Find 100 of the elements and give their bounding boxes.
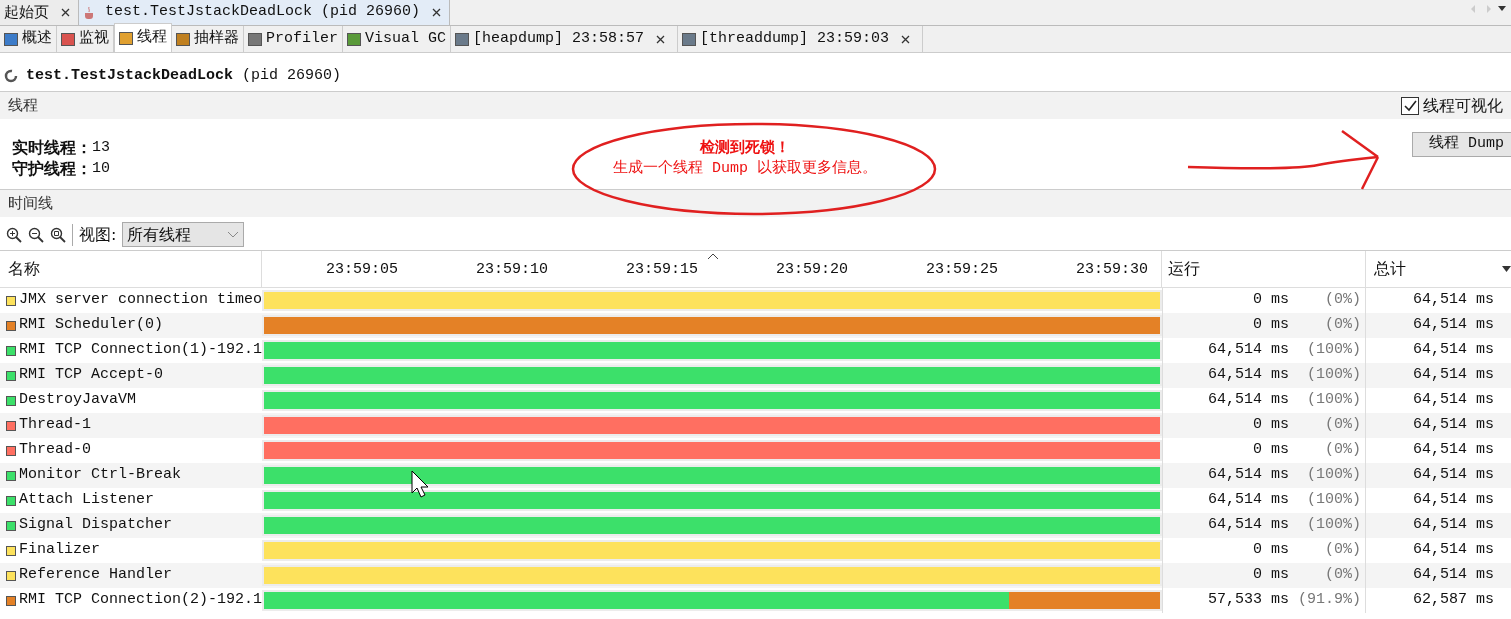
running-time: 0 ms xyxy=(1253,540,1289,561)
section-title: 线程 xyxy=(8,95,38,117)
stat-value: 13 xyxy=(92,138,110,158)
checkbox-label: 线程可视化 xyxy=(1423,94,1503,117)
thread-name: Thread-0 xyxy=(19,440,91,461)
column-header[interactable]: 运行 xyxy=(1162,251,1366,287)
thread-name: RMI TCP Accept-0 xyxy=(19,365,164,386)
section-title: 时间线 xyxy=(8,193,53,215)
tab-icon xyxy=(347,32,361,46)
running-percent: (0%) xyxy=(1324,565,1361,586)
running-time: 64,514 ms xyxy=(1208,390,1289,411)
timeline-tick-label: 23:59:25 xyxy=(925,259,999,280)
running-percent: (100%) xyxy=(1306,515,1361,536)
thread-name: Thread-1 xyxy=(19,415,91,436)
thread-name: Monitor Ctrl-Break xyxy=(19,465,182,486)
tab-icon xyxy=(248,32,262,46)
checkbox[interactable] xyxy=(1401,96,1419,115)
view-tab[interactable]: [threaddump] 23:59:03 xyxy=(678,26,924,52)
zoom-fit-icon[interactable] xyxy=(50,226,66,243)
sort-caret-icon[interactable] xyxy=(707,253,719,260)
tab-label: test.TestJstackDeadLock (pid 26960) xyxy=(105,2,421,23)
app-title: test.TestJstackDeadLock (pid 26960) xyxy=(26,65,342,86)
document-tab[interactable]: 起始页 xyxy=(0,0,79,25)
thread-name: RMI TCP Connection(2)-192.1 xyxy=(19,590,262,611)
thread-name: JMX server connection timeo xyxy=(19,290,262,311)
running-time: 57,533 ms xyxy=(1208,590,1289,611)
stat-value: 10 xyxy=(92,159,110,179)
running-percent: (0%) xyxy=(1324,315,1361,336)
running-percent: (100%) xyxy=(1306,465,1361,486)
view-tab[interactable]: 抽样器 xyxy=(172,26,244,52)
chevron-down-icon xyxy=(227,230,240,239)
tab-label: 监视 xyxy=(79,28,109,49)
total-time: 64,514 ms xyxy=(1412,290,1495,311)
running-percent: (100%) xyxy=(1306,365,1361,386)
running-time: 0 ms xyxy=(1253,290,1289,311)
view-tab[interactable]: Visual GC xyxy=(343,26,452,52)
running-percent: (0%) xyxy=(1324,540,1361,561)
running-time: 64,514 ms xyxy=(1208,490,1289,511)
document-tab[interactable]: test.TestJstackDeadLock (pid 26960) xyxy=(79,0,451,25)
running-time: 64,514 ms xyxy=(1208,515,1289,536)
thread-name: RMI Scheduler(0) xyxy=(19,315,164,336)
close-icon[interactable] xyxy=(901,34,911,44)
thread-name: Finalizer xyxy=(19,540,100,561)
running-percent: (100%) xyxy=(1306,490,1361,511)
close-icon[interactable] xyxy=(61,8,70,17)
tab-icon xyxy=(61,32,75,46)
loading-icon xyxy=(4,69,18,83)
running-time: 0 ms xyxy=(1253,315,1289,336)
running-time: 0 ms xyxy=(1253,415,1289,436)
tab-label: 线程 xyxy=(137,27,167,48)
total-time: 64,514 ms xyxy=(1412,365,1495,386)
view-tab[interactable]: 线程 xyxy=(114,23,172,52)
tab-icon xyxy=(119,31,133,45)
alert-title: 检测到死锁！ xyxy=(700,136,790,158)
view-select[interactable]: 所有线程 xyxy=(122,222,245,247)
tab-label: 抽样器 xyxy=(194,28,239,49)
tab-label: 起始页 xyxy=(4,2,49,24)
total-time: 64,514 ms xyxy=(1412,315,1495,336)
zoom-in-icon[interactable] xyxy=(6,226,22,243)
zoom-out-icon[interactable] xyxy=(28,226,44,243)
tab-icon xyxy=(682,32,697,46)
running-percent: (91.9%) xyxy=(1297,590,1361,611)
total-time: 64,514 ms xyxy=(1412,340,1495,361)
tab-icon xyxy=(4,32,18,46)
view-tab[interactable]: 概述 xyxy=(0,26,57,52)
running-time: 64,514 ms xyxy=(1208,465,1289,486)
thread-name: RMI TCP Connection(1)-192.1 xyxy=(19,340,262,361)
thread-name: Reference Handler xyxy=(19,565,173,586)
close-icon[interactable] xyxy=(432,8,442,17)
total-time: 64,514 ms xyxy=(1412,390,1495,411)
tab-label: Visual GC xyxy=(365,28,447,49)
total-time: 62,587 ms xyxy=(1412,590,1495,611)
thread-dump-button[interactable]: 线程 Dump xyxy=(1412,131,1511,157)
running-time: 64,514 ms xyxy=(1208,340,1289,361)
thread-name: DestroyJavaVM xyxy=(19,390,137,411)
close-icon[interactable] xyxy=(656,34,666,44)
running-percent: (0%) xyxy=(1324,440,1361,461)
view-tab[interactable]: Profiler xyxy=(244,26,343,52)
tab-icon xyxy=(455,32,470,46)
tab-label: [heapdump] 23:58:57 xyxy=(473,28,645,49)
column-menu-icon[interactable] xyxy=(1502,266,1511,272)
tab-label: Profiler xyxy=(266,28,338,49)
column-header[interactable]: 总计 xyxy=(1366,251,1500,287)
running-percent: (100%) xyxy=(1306,340,1361,361)
column-header[interactable]: 名称 xyxy=(0,251,262,287)
total-time: 64,514 ms xyxy=(1412,490,1495,511)
stat-label: 守护线程： xyxy=(12,158,92,179)
total-time: 64,514 ms xyxy=(1412,465,1495,486)
timeline-tick-label: 23:59:05 xyxy=(325,259,399,280)
running-percent: (100%) xyxy=(1306,390,1361,411)
view-tab[interactable]: [heapdump] 23:58:57 xyxy=(451,26,679,52)
running-time: 64,514 ms xyxy=(1208,365,1289,386)
tab-icon xyxy=(176,32,190,46)
total-time: 64,514 ms xyxy=(1412,515,1495,536)
timeline-tick-label: 23:59:30 xyxy=(1075,259,1149,280)
running-percent: (0%) xyxy=(1324,415,1361,436)
timeline-tick-label: 23:59:20 xyxy=(775,259,849,280)
tab-label: [threaddump] 23:59:03 xyxy=(700,28,890,49)
total-time: 64,514 ms xyxy=(1412,540,1495,561)
thread-name: Attach Listener xyxy=(19,490,155,511)
